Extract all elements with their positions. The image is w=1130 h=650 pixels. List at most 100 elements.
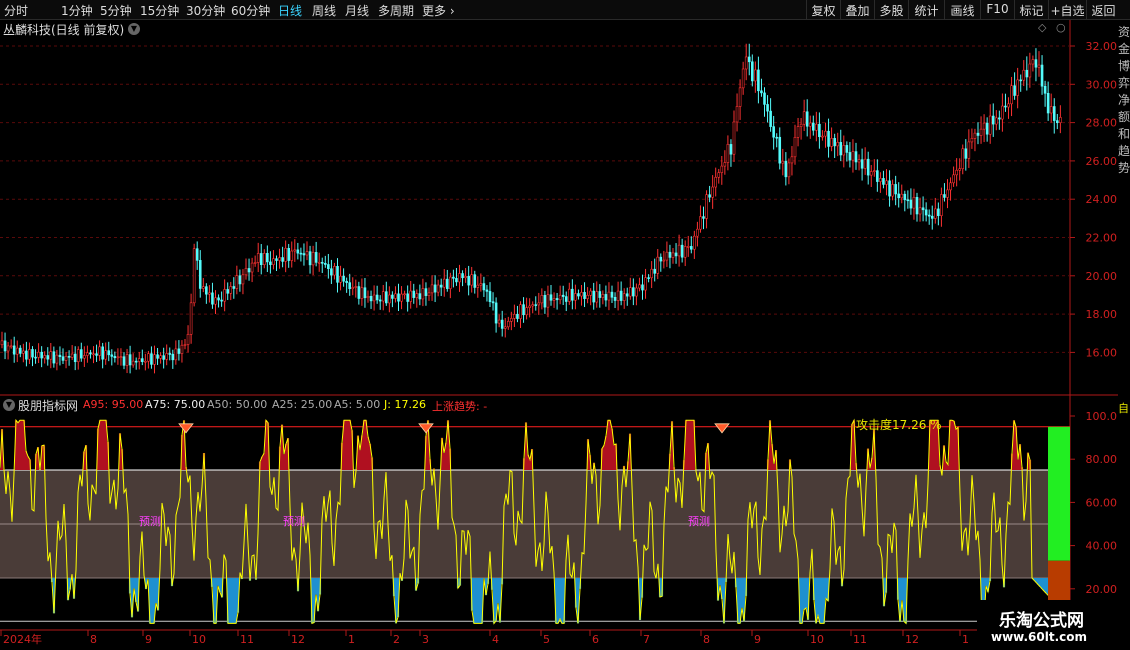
candle-body <box>885 180 888 185</box>
candle-body <box>561 294 565 297</box>
time-axis-label: 7 <box>643 633 650 646</box>
candle-body <box>510 318 513 322</box>
candle-body <box>586 295 589 299</box>
candle-body <box>220 299 223 302</box>
candle-body <box>671 252 675 258</box>
candle-body <box>772 126 775 138</box>
candle-body <box>705 194 708 219</box>
candle-body <box>73 353 77 363</box>
candle-body <box>769 110 772 127</box>
candle-body <box>824 130 827 137</box>
time-axis-label: 8 <box>703 633 710 646</box>
candle-body <box>604 294 608 301</box>
candle-body <box>452 276 455 279</box>
candle-body <box>55 354 59 364</box>
signal-marker <box>418 423 434 434</box>
candle-body <box>744 56 748 70</box>
candle-body <box>519 304 522 319</box>
candle-body <box>290 250 294 261</box>
time-axis-label: 12 <box>291 633 305 646</box>
candle-body <box>592 290 596 303</box>
candle-body <box>58 354 62 357</box>
candle-body <box>467 276 470 286</box>
candle-body <box>46 355 50 360</box>
candle-body <box>272 258 275 265</box>
candle-body <box>339 275 342 283</box>
candle-body <box>1016 79 1019 96</box>
candle-body <box>18 347 22 354</box>
candle-body <box>988 115 992 135</box>
candle-body <box>229 286 233 294</box>
candle-body <box>485 289 489 292</box>
candle-body <box>141 358 144 363</box>
candle-body <box>104 350 107 360</box>
candle-body <box>738 87 742 107</box>
candle-body <box>372 294 376 302</box>
candle-body <box>967 141 971 159</box>
candle-body <box>244 268 248 276</box>
candle-body <box>766 104 769 112</box>
candle-body <box>894 184 897 195</box>
candle-body <box>311 252 315 266</box>
candle-body <box>528 305 531 308</box>
candle-body <box>577 293 580 297</box>
candle-body <box>830 138 833 147</box>
candle-body <box>757 69 760 92</box>
candle-body <box>848 152 852 161</box>
candle-body <box>842 145 846 156</box>
candle-body <box>281 257 284 262</box>
candle-body <box>555 298 559 301</box>
candle-body <box>406 293 409 302</box>
time-axis-label: 1 <box>348 633 355 646</box>
time-axis-label: 12 <box>905 633 919 646</box>
ind-tick-label: 80.00 <box>1086 453 1118 466</box>
candle-body <box>363 287 367 299</box>
candle-body <box>198 260 202 289</box>
candle-body <box>680 244 684 258</box>
candle-body <box>534 304 538 306</box>
candle-body <box>531 304 535 307</box>
candle-body <box>241 274 245 285</box>
candle-body <box>860 159 864 169</box>
candle-body <box>1046 92 1050 114</box>
candle-body <box>787 162 791 178</box>
candle-body <box>217 297 220 301</box>
candle-body <box>677 244 681 257</box>
candle-body <box>613 296 617 301</box>
candle-body <box>796 126 800 138</box>
candle-body <box>394 293 397 299</box>
candle-body <box>872 170 876 172</box>
candle-body <box>299 252 303 255</box>
candle-body <box>98 346 101 356</box>
candle-body <box>37 351 40 358</box>
candle-body <box>40 351 43 359</box>
candle-body <box>549 294 553 301</box>
candle-body <box>461 273 464 279</box>
candle-body <box>168 353 172 355</box>
candle-body <box>958 168 962 171</box>
candle-body <box>912 197 916 209</box>
candle-body <box>333 266 336 276</box>
candle-body <box>162 355 165 360</box>
candle-body <box>500 319 504 329</box>
strength-bar-green <box>1048 426 1070 561</box>
candle-body <box>683 246 687 258</box>
candle-body <box>610 291 614 298</box>
candle-body <box>1001 105 1004 120</box>
price-tick-label: 18.00 <box>1086 308 1118 321</box>
candle-body <box>720 165 724 173</box>
candle-body <box>186 334 190 345</box>
candle-body <box>259 253 263 265</box>
candle-body <box>253 262 257 264</box>
time-axis-label: 10 <box>192 633 206 646</box>
price-tick-label: 32.00 <box>1086 40 1118 53</box>
candle-body <box>503 326 507 329</box>
candle-body <box>1019 79 1023 82</box>
candle-body <box>22 350 25 354</box>
candle-body <box>729 144 733 155</box>
candle-body <box>708 194 711 198</box>
candle-body <box>1010 85 1013 105</box>
candle-body <box>250 262 254 273</box>
candle-body <box>564 296 568 302</box>
candle-body <box>293 249 297 252</box>
